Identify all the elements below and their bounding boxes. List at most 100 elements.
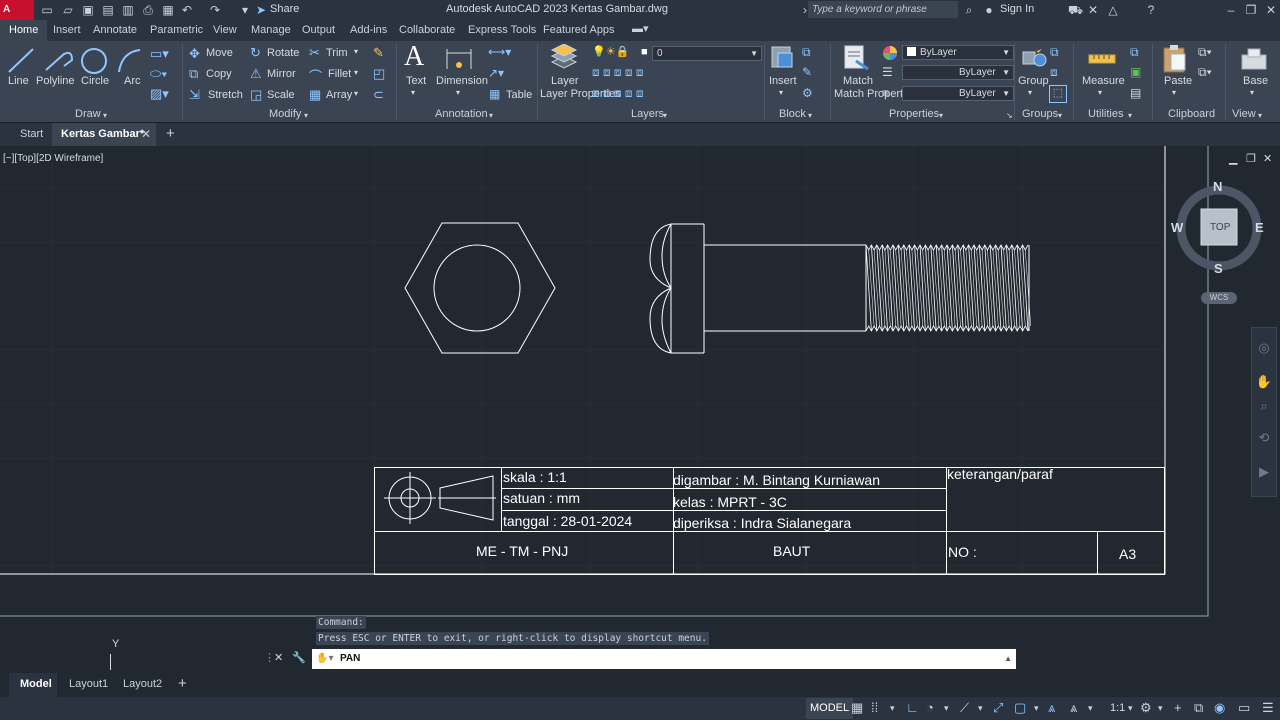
array-button[interactable]: Array (326, 89, 352, 101)
polar-icon[interactable]: ◔ (926, 700, 934, 715)
leader-icon[interactable]: ↗▾ (488, 66, 504, 80)
workspace-gear-icon[interactable]: ⚙ (1140, 700, 1152, 716)
rotate-button[interactable]: Rotate (267, 47, 299, 59)
tab-parametric[interactable]: Parametric (150, 24, 203, 36)
draw-panel-expand-icon[interactable]: ▾ (103, 111, 107, 120)
utilities-panel-title[interactable]: Utilities (1088, 108, 1123, 120)
base-button[interactable]: Base (1243, 75, 1268, 87)
trim-dropdown-icon[interactable]: ▾ (354, 47, 358, 56)
dimension-icon[interactable] (444, 45, 474, 73)
plot-icon[interactable]: ▦ (161, 3, 175, 17)
view-panel-expand-icon[interactable]: ▾ (1258, 111, 1262, 120)
layer-tools-row-1-icons[interactable]: ⧈ ⧈ ⧈ ⧈ ⧈ (592, 65, 644, 80)
linear-dim-icon[interactable]: ⟷▾ (488, 45, 511, 59)
stretch-icon[interactable]: ⇲ (189, 87, 200, 103)
match-properties-label-1[interactable]: Match (843, 75, 873, 87)
ellipse-icon[interactable]: ⬭▾ (150, 66, 167, 82)
edit-block-icon[interactable]: ✎ (802, 65, 812, 79)
start-tab[interactable]: Start (20, 128, 43, 140)
layers-panel-title[interactable]: Layers (631, 108, 664, 120)
user-icon[interactable]: ● (982, 3, 996, 17)
new-file-icon[interactable]: ▭ (40, 3, 54, 17)
paste-icon[interactable] (1162, 44, 1188, 74)
array-dropdown-icon[interactable]: ▾ (354, 89, 358, 98)
color-dropdown[interactable]: ByLayer ▼ (902, 45, 1014, 60)
polar-dropdown-icon[interactable]: ▾ (944, 703, 949, 714)
annotation-visibility-icon[interactable]: ⩓ (1048, 700, 1055, 716)
annotation-scale-dropdown-icon[interactable]: ▾ (1088, 703, 1093, 714)
save-as-icon[interactable]: ▤ (101, 3, 115, 17)
lineweight-dropdown[interactable]: ByLayer ▼ (902, 65, 1014, 80)
viewport-minimize-icon[interactable]: ▁ (1229, 152, 1237, 165)
layer-dropdown[interactable]: 0 ▼ (652, 46, 762, 61)
quick-select-icon[interactable]: ⧉ (1130, 45, 1139, 60)
command-recent-icon[interactable]: ▲ (1004, 649, 1012, 669)
modify-panel-expand-icon[interactable]: ▾ (304, 111, 308, 120)
help-icon[interactable]: ? (1144, 3, 1158, 17)
linetype-dropdown[interactable]: ByLayer ▼ (902, 86, 1014, 101)
share-button[interactable]: Share (270, 3, 299, 15)
modify-panel-title[interactable]: Modify (269, 108, 301, 120)
rotate-icon[interactable]: ↻ (250, 45, 261, 61)
base-dropdown-icon[interactable]: ▾ (1250, 88, 1254, 97)
group-button[interactable]: Group (1018, 75, 1049, 87)
dimension-button[interactable]: Dimension (436, 75, 488, 87)
layer-tools-row-2-icons[interactable]: ⧈ ⧈ ⧈ ⧈ ⧈ (592, 86, 644, 101)
measure-icon[interactable] (1088, 49, 1116, 69)
tab-home[interactable]: Home (0, 20, 48, 41)
mirror-button[interactable]: Mirror (267, 68, 296, 80)
save-to-web-icon[interactable]: ▥ (121, 3, 135, 17)
annotation-monitor-icon[interactable]: + (1174, 700, 1182, 715)
print-icon[interactable]: ⎙ (141, 3, 155, 17)
measure-button[interactable]: Measure (1082, 75, 1125, 87)
auto-scale-icon[interactable]: ⩓ (1070, 700, 1077, 716)
workspace-dropdown-icon[interactable]: ▾ (1158, 703, 1163, 714)
cut-icon[interactable]: ⧉▾ (1198, 45, 1212, 60)
file-tab-label[interactable]: Kertas Gambar* (61, 128, 144, 140)
exchange-icon[interactable]: ✕ (1086, 3, 1100, 17)
new-layout-icon[interactable]: + (178, 675, 187, 692)
units-icon[interactable]: ⧉ (1194, 700, 1203, 716)
layer-properties-icon[interactable] (550, 44, 578, 72)
view-panel-title[interactable]: View (1232, 108, 1256, 120)
snap-dropdown-icon[interactable]: ▾ (890, 703, 895, 714)
layer-state-icons[interactable]: 💡☀🔒 (592, 45, 629, 58)
draw-panel-title[interactable]: Draw (75, 108, 101, 120)
viewport-restore-icon[interactable]: ❐ (1246, 152, 1256, 165)
object-snap-icon[interactable]: ▢ (1014, 700, 1026, 716)
model-tab[interactable]: Model (20, 678, 52, 690)
trim-icon[interactable]: ✂ (309, 45, 320, 61)
groups-panel-expand-icon[interactable]: ▾ (1058, 111, 1062, 120)
block-panel-title[interactable]: Block (779, 108, 806, 120)
close-window-icon[interactable]: ✕ (1264, 3, 1278, 17)
group-edit-icon[interactable]: ⧈ (1050, 65, 1058, 80)
viewcube-top-face[interactable]: TOP (1210, 222, 1230, 233)
block-panel-expand-icon[interactable]: ▾ (808, 111, 812, 120)
mirror-icon[interactable]: ⚠ (250, 66, 262, 82)
minimize-window-icon[interactable]: – (1224, 3, 1238, 17)
zoom-extents-icon[interactable]: ⌕ (1254, 398, 1274, 418)
ribbon-options-icon[interactable]: ▬▾ (632, 22, 649, 35)
share-icon[interactable]: ➤ (254, 3, 268, 17)
array-icon[interactable]: ▦ (309, 87, 321, 103)
object-snap-tracking-icon[interactable]: ⤢ (993, 700, 1003, 716)
table-icon[interactable]: ▦ (489, 87, 500, 101)
text-icon[interactable]: A (404, 41, 424, 73)
viewport-close-icon[interactable]: ✕ (1263, 152, 1272, 165)
osnap-dropdown-icon[interactable]: ▾ (1034, 703, 1039, 714)
move-icon[interactable]: ✥ (189, 46, 200, 62)
tab-insert[interactable]: Insert (53, 24, 81, 36)
close-tab-icon[interactable]: ✕ (141, 127, 151, 141)
tab-collaborate[interactable]: Collaborate (399, 24, 455, 36)
layer-properties-label-1[interactable]: Layer (551, 75, 579, 87)
application-menu-button[interactable]: A CAD (0, 0, 34, 35)
steering-wheel-icon[interactable]: ◎ (1254, 340, 1274, 360)
viewcube-south-label[interactable]: S (1214, 261, 1223, 276)
create-block-icon[interactable]: ⧉ (802, 45, 811, 60)
utilities-panel-expand-icon[interactable]: ▾ (1128, 111, 1132, 120)
measure-dropdown-icon[interactable]: ▾ (1098, 88, 1102, 97)
stretch-button[interactable]: Stretch (208, 89, 243, 101)
search-icon[interactable]: ⌕ (962, 3, 976, 17)
new-tab-icon[interactable]: + (166, 125, 175, 142)
match-properties-icon[interactable] (842, 43, 870, 73)
